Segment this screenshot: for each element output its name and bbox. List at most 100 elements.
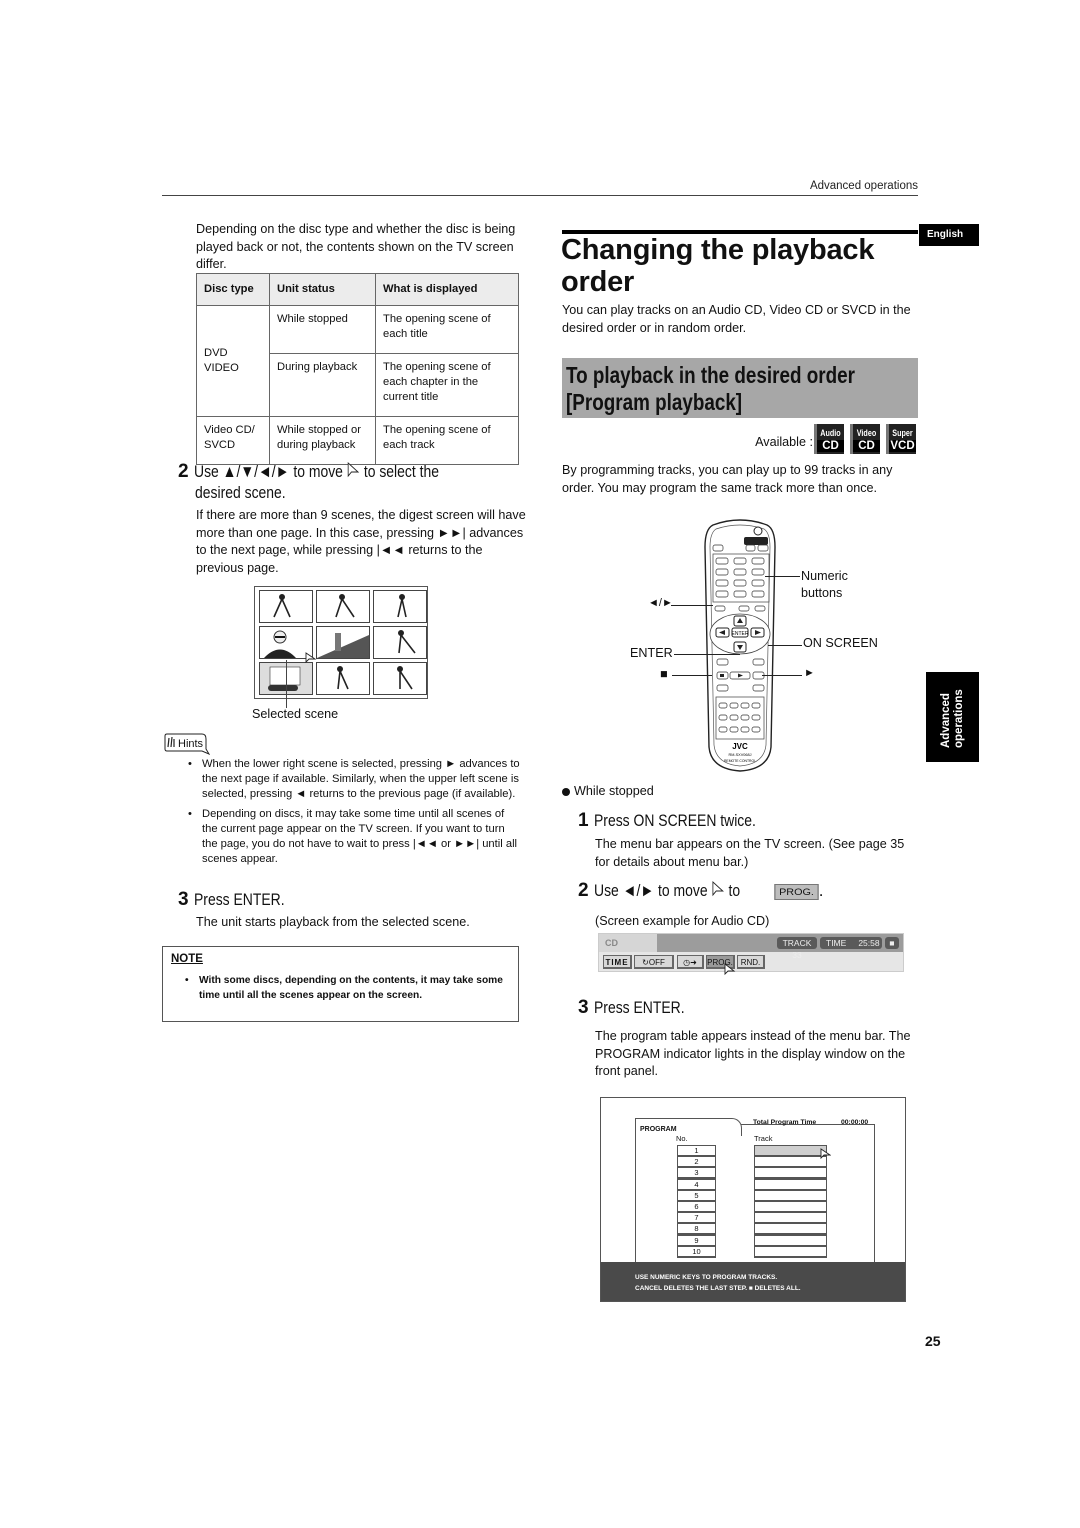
svg-text:ENTER: ENTER [732,631,749,637]
arrows-label: ◄/► [648,597,673,609]
title-description: You can play tracks on an Audio CD, Vide… [562,303,911,335]
step-3-description-right: The program table appears instead of the… [595,1029,911,1078]
bullet-icon [562,787,570,796]
scene-thumbnail[interactable] [316,662,370,695]
program-description: By programming tracks, you can play up t… [562,463,893,495]
program-track-field[interactable] [754,1189,827,1202]
remote-control-illustration: ENTER JVC RM-SXV068J REMOTE CONTROL [703,517,777,772]
side-tab-line: Advanced [940,693,952,748]
program-row-number: 5 [677,1189,716,1202]
program-track-field[interactable] [754,1234,827,1247]
step-text: . [818,881,824,900]
step-text: to select the [363,462,439,481]
remote-control-icon: ENTER JVC RM-SXV068J REMOTE CONTROL [704,519,776,772]
scene-thumbnail[interactable] [316,590,370,623]
video-cd-logo: Video CD [850,424,880,454]
subsection-title-line1: To playback in the desired order [566,362,855,388]
function-key [729,714,739,721]
prog-button-chip: PROG. [774,883,819,900]
subsection-heading: To playback in the desired order [Progra… [562,358,918,418]
total-program-time-label: Total Program Time [753,1119,817,1126]
scene-thumbnail[interactable] [373,662,427,695]
function-key [751,702,761,709]
side-tab-line: operations [953,689,965,748]
program-row-number: 3 [677,1167,716,1180]
scene-image [317,633,369,658]
program-track-field[interactable] [754,1178,827,1191]
numeric-key [715,568,729,576]
table-header: Disc type [196,273,270,306]
page-number: 25 [925,1333,941,1349]
step-text: Press ENTER. [593,998,685,1017]
scene-thumbnail[interactable] [373,626,427,659]
scene-thumbnail[interactable] [259,590,313,623]
note-item: With some discs, depending on the conten… [183,973,508,1003]
scene-thumbnail[interactable] [316,626,370,659]
timer-button[interactable]: ◷➜ [677,955,704,969]
callout-line [671,605,713,606]
time-button[interactable]: TIME [603,955,632,969]
scene-image [397,666,413,690]
program-track-field[interactable] [754,1201,827,1213]
language-badge: English [919,224,979,246]
instruction-line: USE NUMERIC KEYS TO PROGRAM TRACKS. [635,1274,778,1281]
numeric-buttons-label: Numeric [801,569,848,583]
function-key [718,714,728,721]
step-text: Press ENTER. [193,890,285,909]
program-track-field[interactable] [754,1212,827,1225]
numeric-key [751,557,765,565]
table-row: DVD VIDEO While stopped The opening scen… [196,305,519,417]
total-program-time-value: 00:00:00 [841,1119,869,1126]
numeric-key [733,557,747,565]
screen-example-caption: (Screen example for Audio CD) [595,914,770,928]
hint-item: Depending on discs, it may take some tim… [186,807,521,867]
remote-caption: REMOTE CONTROL [724,759,756,763]
function-key [729,726,739,733]
numeric-key [733,568,747,576]
cursor-icon [820,1148,831,1160]
disc-type-indicator: CD [599,934,657,952]
hint-item: When the lower right scene is selected, … [186,757,521,802]
program-row-number: 2 [677,1156,716,1169]
play-label: ► [804,667,815,679]
program-track-field[interactable] [754,1245,827,1258]
note-title: NOTE [171,953,203,965]
random-button[interactable]: RND. [737,955,765,969]
scene-digest-grid [254,586,428,699]
cursor-icon [712,881,724,897]
step-3-description: The unit starts playback from the select… [196,915,470,929]
hints-label: Hints [178,738,204,750]
step-text: Use ◄/► to move [593,881,708,900]
on-screen-label: ON SCREEN [803,636,878,650]
program-instructions: USE NUMERIC KEYS TO PROGRAM TRACKS. CANC… [601,1262,905,1301]
header-divider [162,195,918,196]
table-header-row: Disc type Unit status What is displayed [196,273,519,306]
condition-text: While stopped [574,784,654,798]
program-track-field[interactable] [754,1223,827,1236]
table-row: Video CD/ SVCD While stopped or during p… [196,416,519,465]
scene-thumbnail[interactable] [373,590,427,623]
available-label: Available : [755,435,813,449]
remote-model: RM-SXV068J [728,753,751,757]
cursor-icon [305,651,317,669]
program-track-field[interactable] [754,1145,827,1157]
step-text: to [728,881,740,900]
section-side-tab: Advanced operations [926,672,979,762]
repeat-button[interactable]: ↻OFF [634,955,674,969]
callout-line [286,660,287,708]
program-track-field[interactable] [754,1156,827,1169]
numeric-key [733,590,747,598]
callout-line [672,675,712,676]
step-number: 2 [178,461,189,482]
step-2-heading-right: 2 Use ◄/► to move to PROG.. [578,880,824,902]
scene-image [335,594,355,618]
program-track-field[interactable] [754,1167,827,1180]
function-key [740,714,750,721]
repeat-icon: ↻ [642,958,649,967]
table-cell: DVD VIDEO [196,305,270,417]
time-indicator: TIME 25:58 [820,937,882,949]
program-row-number: 4 [677,1178,716,1191]
callout-line [768,645,802,646]
program-tab: PROGRAM [635,1118,742,1136]
available-discs: Available : Audio CD Video CD Super VCD [562,424,918,454]
